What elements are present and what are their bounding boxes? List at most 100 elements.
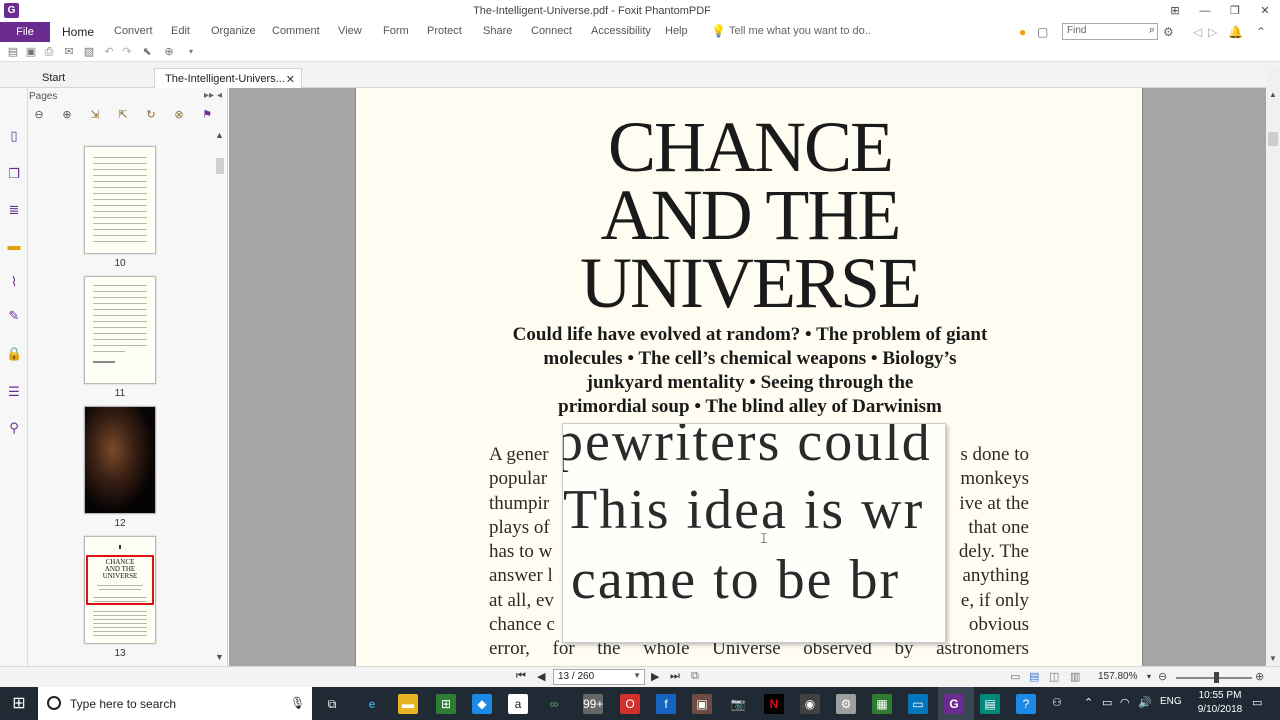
ribbon-collapse-icon[interactable]: ⌃ xyxy=(1256,25,1266,39)
select-tool-icon[interactable]: ⬉ xyxy=(140,45,154,59)
minimize-button[interactable]: — xyxy=(1190,0,1220,22)
customize-dropdown-icon[interactable]: ▾ xyxy=(184,45,198,59)
panel-collapse-icon[interactable]: ◂ xyxy=(217,90,222,101)
continuous-facing-view-icon[interactable]: ▥ xyxy=(1070,670,1080,683)
rotate-page-icon[interactable]: ↻ xyxy=(144,108,158,122)
zoom-in-icon[interactable]: ⊕ xyxy=(1255,670,1264,683)
foxit-phantompdf-taskbar-icon[interactable]: G xyxy=(944,694,964,714)
pages-panel-icon[interactable]: ❐ xyxy=(6,166,22,182)
extract-page-icon[interactable]: ⇱ xyxy=(116,108,130,122)
menu-convert[interactable]: Convert xyxy=(114,25,153,37)
menu-accessibility[interactable]: Accessibility xyxy=(591,25,651,37)
opera-icon[interactable]: O xyxy=(620,694,640,714)
infinity-app-icon[interactable]: ∞ xyxy=(544,694,564,714)
file-menu-button[interactable]: File xyxy=(0,22,50,42)
dropbox-icon[interactable]: ◆ xyxy=(472,694,492,714)
search-folder-icon[interactable]: ▢ xyxy=(1037,25,1048,39)
page-number-input[interactable]: 13 / 260 ▼ xyxy=(553,669,645,685)
signature-panel-icon[interactable]: ✎ xyxy=(6,308,22,324)
power-icon[interactable]: ▭ xyxy=(1102,696,1112,709)
facebook-icon[interactable]: f xyxy=(656,694,676,714)
facing-view-icon[interactable]: ◫ xyxy=(1049,670,1059,683)
zoom-dropdown-icon[interactable]: ▾ xyxy=(1147,672,1151,681)
panel-expand-icon[interactable]: ▸▸ xyxy=(204,90,214,101)
search-panel-icon[interactable]: ⚲ xyxy=(6,420,22,436)
menu-edit[interactable]: Edit xyxy=(171,25,190,37)
scroll-up-arrow-icon[interactable]: ▲ xyxy=(1269,90,1277,99)
page-thumbnail-11[interactable] xyxy=(84,276,156,384)
spreadsheet-app-icon[interactable]: ▦ xyxy=(872,694,892,714)
menu-protect[interactable]: Protect xyxy=(427,25,462,37)
windows-start-icon[interactable]: ⊞ xyxy=(0,687,38,720)
page-thumbnail-13[interactable]: CHANCE AND THE UNIVERSE xyxy=(84,536,156,644)
scroll-thumb[interactable] xyxy=(1268,132,1278,146)
microphone-icon[interactable]: 🎙 xyxy=(290,696,305,710)
zoom-in-pages-icon[interactable]: ⊕ xyxy=(60,108,74,122)
menu-organize[interactable]: Organize xyxy=(211,25,256,37)
zoom-level[interactable]: 157.80% xyxy=(1098,671,1137,682)
tell-me-input[interactable]: Tell me what you want to do.. xyxy=(729,25,871,37)
save-icon[interactable]: ▣ xyxy=(24,45,38,59)
zoom-out-pages-icon[interactable]: ⊖ xyxy=(32,108,46,122)
notification-bell-icon[interactable]: 🔔 xyxy=(1228,25,1243,39)
last-page-icon[interactable]: ⏭ xyxy=(670,670,680,683)
amazon-icon[interactable]: a xyxy=(508,694,528,714)
attachments-panel-icon[interactable]: ⌇ xyxy=(6,274,22,290)
pdf-page[interactable]: CHANCE AND THE UNIVERSE Could life have … xyxy=(355,88,1143,666)
zoom-out-icon[interactable]: ⊖ xyxy=(1158,670,1167,683)
security-lock-icon[interactable]: 🔒 xyxy=(6,346,22,362)
zoom-slider-handle[interactable] xyxy=(1214,672,1219,683)
store-icon[interactable]: ⊞ xyxy=(436,694,456,714)
tab-start[interactable]: Start xyxy=(32,68,75,88)
thumbnails-scrollbar[interactable]: ▲ ▼ xyxy=(213,128,227,666)
page-properties-icon[interactable]: ⚑ xyxy=(200,108,214,122)
map-app-icon[interactable]: ▤ xyxy=(980,694,1000,714)
edge-browser-icon[interactable]: e xyxy=(362,694,382,714)
comments-panel-icon[interactable]: ▬ xyxy=(6,238,22,254)
taskbar-search-box[interactable]: Type here to search 🎙 xyxy=(38,687,312,720)
volume-icon[interactable]: 🔊 xyxy=(1138,696,1152,709)
email-icon[interactable]: ✉ xyxy=(62,45,76,59)
forward-arrow-icon[interactable]: ▷ xyxy=(1208,25,1217,39)
first-page-icon[interactable]: ⏮ xyxy=(516,670,526,683)
scroll-down-arrow-icon[interactable]: ▼ xyxy=(215,652,224,662)
menu-comment[interactable]: Comment xyxy=(272,25,320,37)
layers-panel-icon[interactable]: ≣ xyxy=(6,202,22,218)
previous-page-icon[interactable]: ◀ xyxy=(537,670,545,683)
file-explorer-icon[interactable]: ▬ xyxy=(398,694,418,714)
language-indicator[interactable]: ENG xyxy=(1160,696,1182,707)
steam-icon[interactable]: ◉ xyxy=(800,694,820,714)
wifi-icon[interactable]: ◠ xyxy=(1120,696,1130,709)
redo-icon[interactable]: ↷ xyxy=(120,45,134,59)
zoom-tool-icon[interactable]: ⊕ xyxy=(162,45,176,59)
show-hidden-icons-icon[interactable]: ⌃ xyxy=(1084,696,1093,709)
scroll-down-arrow-icon[interactable]: ▼ xyxy=(1269,654,1277,663)
help-icon[interactable]: ? xyxy=(1016,694,1036,714)
action-center-icon[interactable]: ▭ xyxy=(1252,696,1262,709)
back-arrow-icon[interactable]: ◁ xyxy=(1193,25,1202,39)
menu-share[interactable]: Share xyxy=(483,25,512,37)
menu-home[interactable]: Home xyxy=(62,25,94,39)
find-input[interactable]: Find ⌕ xyxy=(1062,23,1158,40)
document-viewport[interactable]: CHANCE AND THE UNIVERSE Could life have … xyxy=(229,88,1266,666)
notification-app-icon[interactable]: 99+ xyxy=(583,694,603,714)
ribbon-display-icon[interactable]: ⊞ xyxy=(1160,0,1190,22)
print-icon[interactable]: ⎙ xyxy=(42,45,56,59)
insert-page-icon[interactable]: ⇲ xyxy=(88,108,102,122)
close-window-button[interactable]: ✕ xyxy=(1250,0,1280,22)
close-tab-icon[interactable]: ✕ xyxy=(286,73,295,86)
content-panel-icon[interactable]: ☰ xyxy=(6,384,22,400)
scroll-thumb[interactable] xyxy=(216,158,224,174)
loupe-magnifier[interactable]: pewriters could This idea is wr came to … xyxy=(562,423,946,643)
remote-desktop-icon[interactable]: ▭ xyxy=(908,694,928,714)
upgrade-icon[interactable]: ● xyxy=(1019,25,1026,39)
page-thumbnail-12[interactable] xyxy=(84,406,156,514)
settings-gear-icon[interactable]: ⚙ xyxy=(1163,25,1174,39)
document-scrollbar[interactable]: ▲ ▼ xyxy=(1266,66,1280,666)
task-view-icon[interactable]: ⧉ xyxy=(322,694,342,714)
menu-connect[interactable]: Connect xyxy=(531,25,572,37)
undo-icon[interactable]: ↶ xyxy=(102,45,116,59)
new-document-icon[interactable]: ▧ xyxy=(82,45,96,59)
previous-view-icon[interactable]: ⧉ xyxy=(691,670,699,683)
scroll-up-arrow-icon[interactable]: ▲ xyxy=(215,130,224,140)
